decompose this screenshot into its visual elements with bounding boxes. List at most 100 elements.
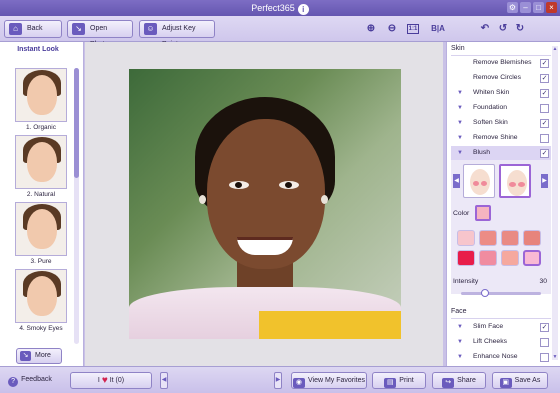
- skin-item-remove-shine[interactable]: ▼ Remove Shine: [451, 131, 551, 145]
- face-item-slim-face[interactable]: ▼ Slim Face ✓: [451, 320, 551, 334]
- soften-skin-checkbox[interactable]: ✓: [540, 119, 549, 128]
- skin-item-blush[interactable]: ▼ Blush ✓: [451, 146, 551, 160]
- color-swatch[interactable]: [501, 250, 519, 266]
- look-label: 2. Natural: [26, 191, 56, 198]
- open-photo-icon: ↘: [72, 23, 85, 35]
- face-item-label: Enhance Nose: [473, 353, 518, 360]
- scroll-down-icon[interactable]: ▼: [552, 354, 558, 360]
- skin-item-whiten-skin[interactable]: ▼ Whiten Skin ✓: [451, 86, 551, 100]
- zoom-in-icon[interactable]: ⊕: [364, 22, 378, 36]
- looks-scrollbar-thumb[interactable]: [74, 68, 79, 178]
- makeup-panel-scrollbar[interactable]: ▲ ▼: [552, 46, 558, 360]
- remove-shine-checkbox[interactable]: [540, 134, 549, 143]
- look-item-pure[interactable]: 3. Pure: [14, 202, 68, 268]
- save-as-button[interactable]: ▣ Save As: [492, 372, 548, 389]
- prev-arrow-icon[interactable]: ◀: [160, 372, 168, 389]
- color-swatch[interactable]: [501, 230, 519, 246]
- instant-look-panel: Instant Look 1. Organic 2. Natural 3. Pu…: [0, 42, 84, 366]
- intensity-slider-knob[interactable]: [481, 289, 489, 297]
- settings-icon[interactable]: ⚙: [507, 2, 518, 13]
- expand-arrow-icon[interactable]: ▼: [457, 320, 463, 334]
- portrait-photo[interactable]: [129, 69, 401, 339]
- maximize-icon[interactable]: □: [533, 2, 544, 13]
- share-button[interactable]: ↪ Share: [432, 372, 486, 389]
- scroll-up-icon[interactable]: ▲: [552, 46, 558, 52]
- redo-icon[interactable]: ↻: [513, 22, 527, 36]
- color-swatch[interactable]: [523, 230, 541, 246]
- look-item-natural[interactable]: 2. Natural: [14, 135, 68, 201]
- skin-item-label: Remove Shine: [473, 134, 518, 141]
- skin-item-foundation[interactable]: ▼ Foundation: [451, 101, 551, 115]
- skin-section-title: Skin: [451, 45, 465, 52]
- adjust-key-points-button[interactable]: ☺Adjust Key Points: [139, 20, 215, 48]
- fit-screen-icon[interactable]: 1:1: [407, 24, 419, 34]
- blush-style-1[interactable]: [463, 164, 495, 198]
- face-item-enhance-nose[interactable]: ▼ Enhance Nose: [451, 350, 551, 364]
- next-arrow-icon[interactable]: ▶: [274, 372, 282, 389]
- color-swatch[interactable]: [479, 230, 497, 246]
- look-item-organic[interactable]: 1. Organic: [14, 68, 68, 134]
- current-color-swatch[interactable]: [475, 205, 491, 221]
- face-section-title: Face: [451, 308, 467, 315]
- face-item-lift-cheeks[interactable]: ▼ Lift Cheeks: [451, 335, 551, 349]
- like-prefix: I: [97, 377, 100, 384]
- save-icon: ▣: [499, 378, 512, 388]
- expand-arrow-icon[interactable]: ▼: [457, 101, 463, 115]
- whiten-skin-checkbox[interactable]: ✓: [540, 89, 549, 98]
- look-thumbnail: [15, 68, 67, 122]
- photo-right-eye: [279, 181, 299, 189]
- undo-icon[interactable]: ↺: [496, 22, 510, 36]
- look-item-smoky-eyes[interactable]: 4. Smoky Eyes: [14, 269, 68, 335]
- reset-icon[interactable]: ↶: [478, 22, 492, 36]
- feedback-button[interactable]: ? Feedback: [4, 372, 56, 389]
- foundation-checkbox[interactable]: [540, 104, 549, 113]
- expand-arrow-icon[interactable]: ▼: [457, 131, 463, 145]
- blush-checkbox[interactable]: ✓: [540, 149, 549, 158]
- expand-arrow-icon[interactable]: ▼: [457, 116, 463, 130]
- view-favorites-button[interactable]: ◉ View My Favorites: [291, 372, 367, 389]
- lift-cheeks-checkbox[interactable]: [540, 338, 549, 347]
- look-label: 3. Pure: [30, 258, 52, 265]
- zoom-out-icon[interactable]: ⊖: [385, 22, 399, 36]
- app-title: Perfect365: [251, 3, 295, 13]
- skin-item-label: Remove Blemishes: [473, 59, 532, 66]
- blush-style-prev-icon[interactable]: ◀: [453, 174, 460, 188]
- color-swatch[interactable]: [457, 230, 475, 246]
- title-bar: Perfect365 i ⚙ – □ ×: [0, 0, 560, 16]
- skin-item-remove-circles[interactable]: Remove Circles ✓: [451, 71, 551, 85]
- intensity-slider[interactable]: [461, 289, 541, 297]
- slim-face-checkbox[interactable]: ✓: [540, 323, 549, 332]
- expand-arrow-icon[interactable]: ▼: [457, 350, 463, 364]
- intensity-label: Intensity: [453, 278, 479, 285]
- blush-style-next-icon[interactable]: ▶: [541, 174, 548, 188]
- more-looks-button[interactable]: ↘ More: [16, 348, 62, 364]
- remove-circles-checkbox[interactable]: ✓: [540, 74, 549, 83]
- color-label: Color: [453, 210, 470, 217]
- skin-item-remove-blemishes[interactable]: Remove Blemishes ✓: [451, 56, 551, 70]
- color-swatch[interactable]: [479, 250, 497, 266]
- bottom-bar: ? Feedback I ♥ It (0) ◀ ▶ ◉ View My Favori…: [0, 366, 560, 393]
- face-item-label: Slim Face: [473, 323, 504, 330]
- close-icon[interactable]: ×: [546, 2, 557, 13]
- looks-scrollbar[interactable]: [74, 68, 79, 344]
- share-label: Share: [457, 377, 476, 384]
- expand-arrow-icon[interactable]: ▼: [457, 86, 463, 100]
- minimize-icon[interactable]: –: [520, 2, 531, 13]
- blush-style-2[interactable]: [499, 164, 531, 198]
- like-button[interactable]: I ♥ It (0): [70, 372, 152, 389]
- skin-item-label: Blush: [473, 149, 491, 156]
- expand-arrow-icon[interactable]: ▼: [457, 335, 463, 349]
- remove-blemishes-checkbox[interactable]: ✓: [540, 59, 549, 68]
- skin-item-soften-skin[interactable]: ▼ Soften Skin ✓: [451, 116, 551, 130]
- open-photo-button[interactable]: ↘Open Photo: [67, 20, 133, 48]
- print-button[interactable]: ▤ Print: [372, 372, 426, 389]
- before-after-toggle[interactable]: B|A: [429, 22, 447, 36]
- expand-arrow-icon[interactable]: ▼: [457, 146, 463, 160]
- share-icon: ↪: [442, 378, 455, 388]
- enhance-nose-checkbox[interactable]: [540, 353, 549, 362]
- back-button[interactable]: ⌂ Back: [4, 20, 62, 38]
- color-swatch[interactable]: [523, 250, 541, 266]
- color-swatch[interactable]: [457, 250, 475, 266]
- print-label: Print: [399, 377, 414, 384]
- photo-left-eye: [229, 181, 249, 189]
